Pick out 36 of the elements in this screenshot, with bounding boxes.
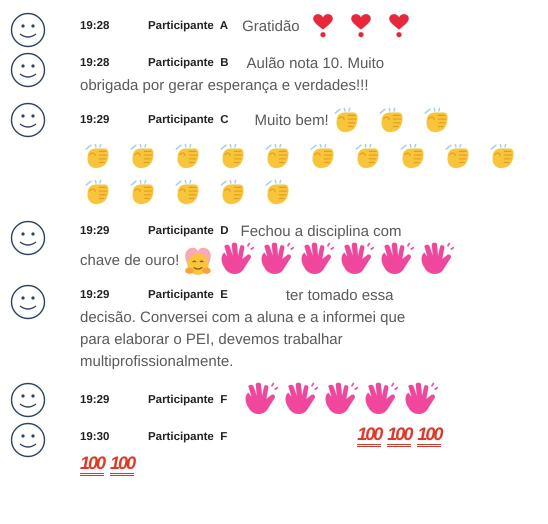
hundred-points-emoji: 100: [387, 424, 412, 447]
message-text: obrigada por gerar esperança e verdades!!!: [80, 76, 369, 96]
hundred-points-emoji: 100: [417, 424, 442, 447]
participant-name: Participante F: [148, 394, 228, 406]
smiley-avatar-icon: [10, 422, 46, 458]
participant-name: Participante D: [148, 225, 229, 237]
hundred-points-emoji: 100: [110, 453, 134, 476]
message-time: 19:28: [80, 57, 110, 69]
message-text: multiprofissionalmente.: [80, 352, 234, 372]
smiley-avatar-icon: [10, 382, 46, 418]
hundred-points-emoji: 100: [80, 453, 104, 476]
participant-name: Participante F: [148, 430, 228, 442]
smiley-avatar-icon: [10, 52, 46, 88]
participant-name: Participante A: [148, 20, 228, 32]
message-text: Muito bem!: [254, 110, 329, 130]
message-text: ter tomado essa: [286, 286, 394, 306]
message-time: 19:29: [80, 225, 110, 237]
message-text: chave de ouro!: [80, 250, 180, 270]
message-text: Fechou a disciplina com: [240, 222, 402, 242]
message-time: 19:29: [80, 394, 110, 406]
message-time: 19:30: [80, 430, 110, 442]
message-text: para elaborar o PEI, devemos trabalhar: [80, 330, 343, 350]
message-text: decisão. Conversei com a aluna e a informei que: [80, 308, 406, 328]
message-time: 19:29: [80, 114, 110, 126]
smiley-avatar-icon: [10, 12, 46, 48]
participant-name: Participante B: [148, 57, 229, 69]
participant-name: Participante E: [148, 289, 228, 301]
smiley-avatar-icon: [10, 284, 46, 320]
smiley-avatar-icon: [10, 102, 46, 138]
hundred-points-emoji: 100: [357, 424, 382, 447]
participant-name: Participante C: [148, 114, 229, 126]
smiley-avatar-icon: [10, 220, 46, 256]
message-text: Gratidão: [242, 16, 300, 36]
message-text: Aulão nota 10. Muito: [246, 54, 384, 74]
message-time: 19:29: [80, 289, 110, 301]
message-time: 19:28: [80, 20, 110, 32]
